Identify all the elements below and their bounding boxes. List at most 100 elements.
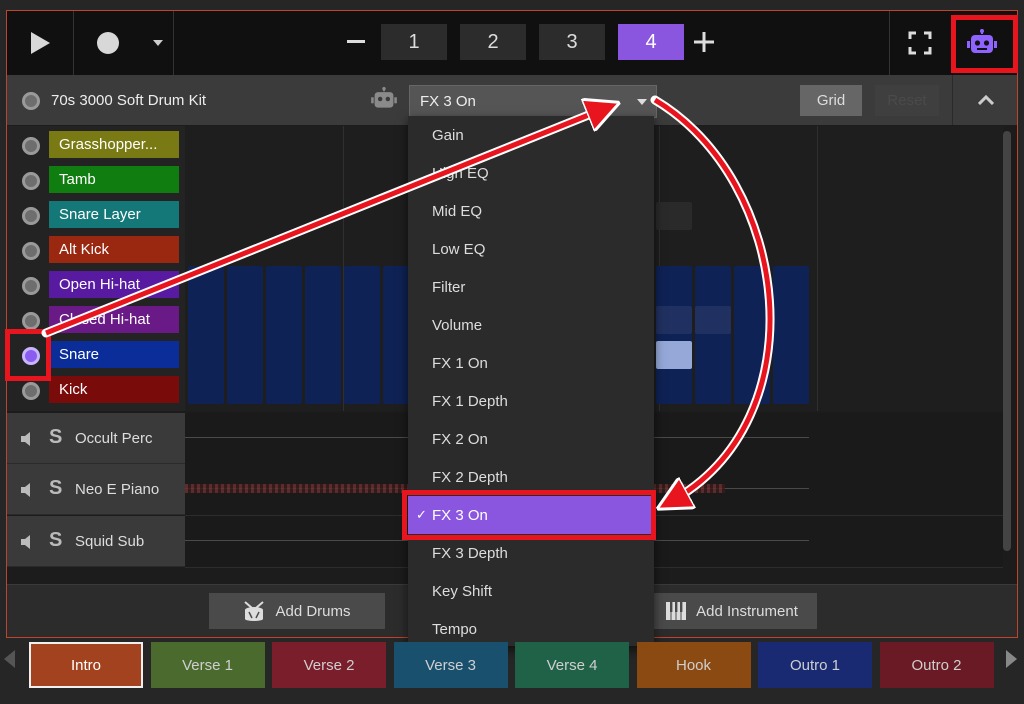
section-button[interactable]: Verse 2 — [272, 642, 386, 688]
drum-row: Open Hi-hat — [7, 267, 185, 302]
grid-step-cell[interactable] — [656, 266, 692, 404]
minus-icon — [347, 40, 365, 43]
fullscreen-button[interactable] — [889, 11, 950, 75]
drum-pad[interactable]: Alt Kick — [49, 236, 179, 263]
drum-pad[interactable]: Kick — [49, 376, 179, 403]
grid-step-cell[interactable] — [305, 266, 341, 404]
dropdown-option[interactable]: High EQ — [408, 154, 654, 192]
add-pattern-button[interactable] — [689, 24, 719, 60]
fullscreen-icon — [908, 31, 932, 55]
solo-button[interactable]: S — [49, 529, 62, 552]
kit-name: 70s 3000 Soft Drum Kit — [51, 92, 207, 109]
speaker-icon[interactable] — [20, 534, 36, 550]
parameter-select[interactable]: FX 3 On — [409, 85, 657, 118]
pattern-tab-2[interactable]: 2 — [460, 24, 526, 60]
grid-step-cell[interactable] — [266, 266, 302, 404]
collapse-button[interactable] — [952, 75, 1017, 125]
grid-step-cell[interactable] — [695, 266, 731, 404]
play-button[interactable] — [7, 11, 74, 75]
scroll-right-arrow-icon[interactable] — [1006, 650, 1017, 668]
speaker-icon[interactable] — [20, 482, 36, 498]
kit-select-radio[interactable] — [22, 92, 40, 110]
instrument-track-header[interactable]: S Neo E Piano — [7, 464, 185, 515]
section-button[interactable]: Verse 4 — [515, 642, 629, 688]
dropdown-option[interactable]: FX 1 Depth — [408, 382, 654, 420]
drum-pad[interactable]: Open Hi-hat — [49, 271, 179, 298]
dropdown-option[interactable]: ✓ FX 3 On — [408, 496, 654, 534]
scroll-left-arrow-icon[interactable] — [4, 650, 15, 668]
dropdown-option[interactable]: Gain — [408, 116, 654, 154]
drum-pad[interactable]: Snare — [49, 341, 179, 368]
drum-row: Alt Kick — [7, 232, 185, 267]
transport-bar: 1234 — [7, 11, 1017, 76]
section-button[interactable]: Outro 1 — [758, 642, 872, 688]
dropdown-option[interactable]: FX 3 Depth — [408, 534, 654, 572]
dropdown-option[interactable]: Volume — [408, 306, 654, 344]
dropdown-option[interactable]: Key Shift — [408, 572, 654, 610]
speaker-icon[interactable] — [20, 431, 36, 447]
dropdown-option[interactable]: FX 2 On — [408, 420, 654, 458]
add-instrument-button[interactable]: Add Instrument — [647, 593, 817, 629]
instrument-track-header[interactable]: S Occult Perc — [7, 413, 185, 464]
instrument-track-header[interactable]: S Squid Sub — [7, 516, 185, 567]
dropdown-option-label: FX 3 On — [432, 506, 488, 524]
record-button[interactable] — [73, 11, 143, 75]
grid-step-cell[interactable] — [227, 266, 263, 404]
pattern-tab-3[interactable]: 3 — [539, 24, 605, 60]
dropdown-option[interactable]: FX 2 Depth — [408, 458, 654, 496]
dropdown-option-label: Volume — [432, 316, 483, 334]
robot-icon — [967, 29, 997, 53]
add-instrument-label: Add Instrument — [696, 602, 798, 620]
section-button[interactable]: Intro — [29, 642, 143, 688]
add-drums-label: Add Drums — [275, 602, 351, 620]
drum-select-radio[interactable] — [22, 277, 40, 295]
drum-select-radio[interactable] — [22, 242, 40, 260]
grid-step-active[interactable] — [656, 341, 692, 369]
drum-pad[interactable]: Snare Layer — [49, 201, 179, 228]
kit-robot-button[interactable] — [371, 87, 397, 116]
drum-select-radio[interactable] — [22, 347, 40, 365]
drum-pad[interactable]: Tamb — [49, 166, 179, 193]
pattern-tab-1[interactable]: 1 — [381, 24, 447, 60]
solo-button[interactable]: S — [49, 477, 62, 500]
pattern-tab-4[interactable]: 4 — [618, 24, 684, 60]
grid-step-cell[interactable] — [344, 266, 380, 404]
dropdown-option-label: Low EQ — [432, 240, 486, 258]
grid-step-cell[interactable] — [695, 306, 731, 334]
dropdown-option[interactable]: Filter — [408, 268, 654, 306]
grid-step-cell[interactable] — [656, 202, 692, 230]
section-button[interactable]: Verse 1 — [150, 642, 265, 688]
vertical-scrollbar[interactable] — [1003, 131, 1011, 551]
dropdown-option-label: FX 1 On — [432, 354, 488, 372]
drum-row: Snare Layer — [7, 197, 185, 232]
reset-button[interactable]: Reset — [875, 85, 939, 116]
drum-select-radio[interactable] — [22, 382, 40, 400]
drum-select-radio[interactable] — [22, 137, 40, 155]
section-button[interactable]: Hook — [636, 642, 751, 688]
robot-assistant-button[interactable] — [951, 15, 1013, 71]
dropdown-option[interactable]: Mid EQ — [408, 192, 654, 230]
grid-step-cell[interactable] — [773, 266, 809, 404]
drum-pad[interactable]: Closed Hi-hat — [49, 306, 179, 333]
drum-select-radio[interactable] — [22, 312, 40, 330]
grid-button[interactable]: Grid — [800, 85, 862, 116]
dropdown-option-label: Tempo — [432, 620, 478, 638]
record-icon — [97, 32, 119, 54]
drum-select-radio[interactable] — [22, 172, 40, 190]
dropdown-option[interactable]: Low EQ — [408, 230, 654, 268]
plus-icon — [694, 32, 714, 52]
section-button[interactable]: Verse 3 — [393, 642, 508, 688]
record-options-button[interactable] — [143, 11, 174, 75]
section-button[interactable]: Outro 2 — [879, 642, 994, 688]
grid-step-cell[interactable] — [734, 266, 770, 404]
add-drums-button[interactable]: Add Drums — [209, 593, 385, 629]
grid-step-cell[interactable] — [656, 306, 692, 334]
drum-select-radio[interactable] — [22, 207, 40, 225]
remove-pattern-button[interactable] — [341, 24, 371, 60]
solo-button[interactable]: S — [49, 426, 62, 449]
drum-icon — [244, 601, 265, 621]
dropdown-option[interactable]: FX 1 On — [408, 344, 654, 382]
dropdown-option-label: Mid EQ — [432, 202, 483, 220]
drum-pad[interactable]: Grasshopper... — [49, 131, 179, 158]
grid-step-cell[interactable] — [188, 266, 224, 404]
